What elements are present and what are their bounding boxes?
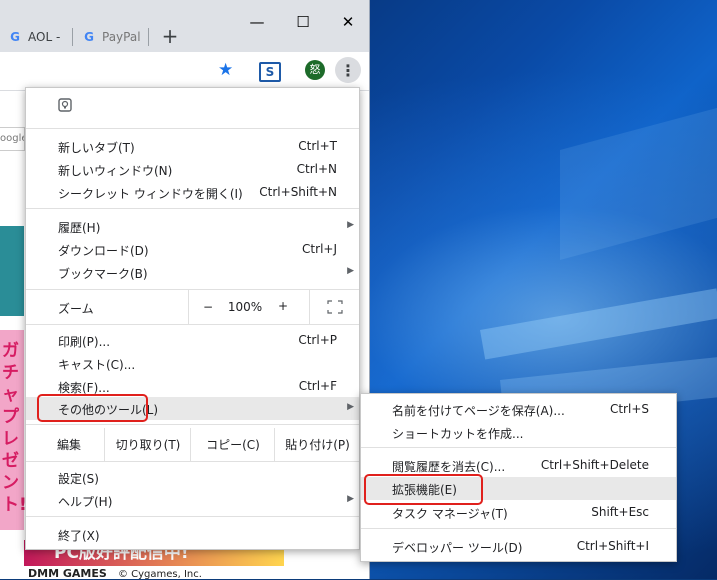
zoom-in-button[interactable]: + <box>268 299 298 313</box>
submenu-item-developer-tools[interactable]: デベロッパー ツール(D) Ctrl+Shift+I <box>361 535 676 558</box>
google-icon: G <box>84 30 94 44</box>
light-beam <box>560 107 717 260</box>
menu-item-help[interactable]: ヘルプ(H) ▶ <box>26 489 359 512</box>
menu-item-label: ヘルプ(H) <box>58 495 113 509</box>
fullscreen-button[interactable] <box>309 290 360 324</box>
menu-separator <box>26 516 359 517</box>
submenu-arrow-icon: ▶ <box>347 494 354 504</box>
tab-label: PayPal <box>102 30 141 44</box>
menu-item-label: 終了(X) <box>58 529 100 543</box>
zoom-value: 100% <box>227 300 263 314</box>
tab-paypal[interactable]: G PayPal <box>82 23 141 51</box>
menu-item-shortcut: Ctrl+Shift+N <box>259 185 337 199</box>
submenu-item-label: 名前を付けてページを保存(A)... <box>392 404 565 418</box>
menu-item-label: キャスト(C)... <box>58 358 136 372</box>
submenu-item-shortcut: Ctrl+Shift+Delete <box>540 458 649 472</box>
menu-item-exit[interactable]: 終了(X) <box>26 523 359 546</box>
menu-separator <box>26 128 359 129</box>
new-tab-button[interactable]: + <box>158 24 182 48</box>
menu-item-label: 新しいウィンドウ(N) <box>58 164 173 178</box>
menu-kebab-icon[interactable]: ⋮ <box>335 57 361 83</box>
menu-item-incognito[interactable]: シークレット ウィンドウを開く(I) Ctrl+Shift+N <box>26 181 359 204</box>
menu-separator <box>361 528 676 529</box>
edit-row: 編集 切り取り(T) コピー(C) 貼り付け(P) <box>26 428 359 461</box>
zoom-out-button[interactable]: − <box>188 290 227 324</box>
menu-item-label: 履歴(H) <box>58 221 101 235</box>
tab-aol[interactable]: G AOL - <box>8 23 60 51</box>
menu-separator <box>361 447 676 448</box>
copy-button[interactable]: コピー(C) <box>190 428 275 461</box>
menu-separator <box>26 324 359 325</box>
footer-copy: © Cygames, Inc. <box>117 569 202 580</box>
menu-item-shortcut: Ctrl+T <box>298 139 337 153</box>
menu-item-label: 新しいタブ(T) <box>58 141 135 155</box>
tab-separator <box>72 28 73 46</box>
menu-item-downloads[interactable]: ダウンロード(D) Ctrl+J <box>26 238 359 261</box>
menu-item-settings[interactable]: 設定(S) <box>26 466 359 489</box>
menu-item-history[interactable]: 履歴(H) ▶ <box>26 215 359 238</box>
menu-item-new-tab[interactable]: 新しいタブ(T) Ctrl+T <box>26 135 359 158</box>
minimize-button[interactable]: — <box>237 8 277 36</box>
menu-item-bookmarks[interactable]: ブックマーク(B) ▶ <box>26 261 359 284</box>
submenu-item-label: デベロッパー ツール(D) <box>392 541 523 555</box>
maximize-button[interactable]: ☐ <box>283 8 323 36</box>
page-teal-block <box>0 226 24 316</box>
menu-item-shortcut: Ctrl+J <box>302 242 337 256</box>
menu-item-shortcut: Ctrl+N <box>296 162 337 176</box>
submenu-item-save-page[interactable]: 名前を付けてページを保存(A)... Ctrl+S <box>361 398 676 421</box>
submenu-item-label: 閲覧履歴を消去(C)... <box>392 460 506 474</box>
menu-item-label: 印刷(P)... <box>58 335 111 349</box>
extension-s-icon[interactable]: S <box>259 62 281 82</box>
menu-item-new-window[interactable]: 新しいウィンドウ(N) Ctrl+N <box>26 158 359 181</box>
bookmark-star-icon[interactable]: ★ <box>218 60 233 80</box>
footer-brand: DMM GAMES <box>28 567 107 580</box>
more-tools-submenu: 名前を付けてページを保存(A)... Ctrl+S ショートカットを作成... … <box>360 393 677 562</box>
submenu-item-shortcut: Ctrl+Shift+I <box>576 539 649 553</box>
submenu-item-shortcut: Shift+Esc <box>591 505 649 519</box>
google-icon: G <box>10 30 20 44</box>
tab-label: AOL - <box>28 30 61 44</box>
close-button[interactable]: ✕ <box>328 8 368 36</box>
chrome-main-menu: 新しいタブ(T) Ctrl+T 新しいウィンドウ(N) Ctrl+N シークレッ… <box>25 87 360 550</box>
menu-item-print[interactable]: 印刷(P)... Ctrl+P <box>26 329 359 352</box>
submenu-item-shortcut: Ctrl+S <box>609 402 649 416</box>
zoom-label: ズーム <box>58 302 94 316</box>
menu-item-cast[interactable]: キャスト(C)... <box>26 352 359 375</box>
menu-item-label: ダウンロード(D) <box>58 244 149 258</box>
menu-item-shortcut: Ctrl+P <box>298 333 337 347</box>
submenu-arrow-icon: ▶ <box>347 266 354 276</box>
zoom-row: ズーム − 100% + <box>26 290 359 324</box>
menu-separator <box>26 424 359 425</box>
submenu-item-label: タスク マネージャ(T) <box>392 507 508 521</box>
tab-separator <box>148 28 149 46</box>
submenu-item-label: ショートカットを作成... <box>392 427 524 441</box>
submenu-arrow-icon: ▶ <box>347 402 354 412</box>
menu-item-label: 設定(S) <box>58 472 99 486</box>
highlight-box <box>37 394 148 422</box>
menu-item-label: ブックマーク(B) <box>58 267 148 281</box>
menu-separator <box>26 208 359 209</box>
profile-avatar[interactable]: 怒 <box>305 60 325 80</box>
page-google-fragment: oogle <box>0 127 25 151</box>
title-bar: G AOL - G PayPal + — ☐ ✕ <box>0 0 369 52</box>
page-pink-text: ガチャ プレゼント! <box>2 341 27 515</box>
edit-label: 編集 <box>56 438 81 452</box>
submenu-item-task-manager[interactable]: タスク マネージャ(T) Shift+Esc <box>361 501 676 524</box>
cut-button[interactable]: 切り取り(T) <box>104 428 191 461</box>
page-footer: DMM GAMES © Cygames, Inc. <box>28 567 202 580</box>
paste-button[interactable]: 貼り付け(P) <box>274 428 360 461</box>
fullscreen-icon <box>327 300 343 314</box>
submenu-arrow-icon: ▶ <box>347 220 354 230</box>
menu-separator <box>26 461 359 462</box>
submenu-item-create-shortcut[interactable]: ショートカットを作成... <box>361 421 676 444</box>
menu-item-shortcut: Ctrl+F <box>298 379 337 393</box>
lightbulb-icon[interactable] <box>58 98 72 114</box>
menu-item-label: シークレット ウィンドウを開く(I) <box>58 187 243 201</box>
light-beam <box>480 288 717 360</box>
